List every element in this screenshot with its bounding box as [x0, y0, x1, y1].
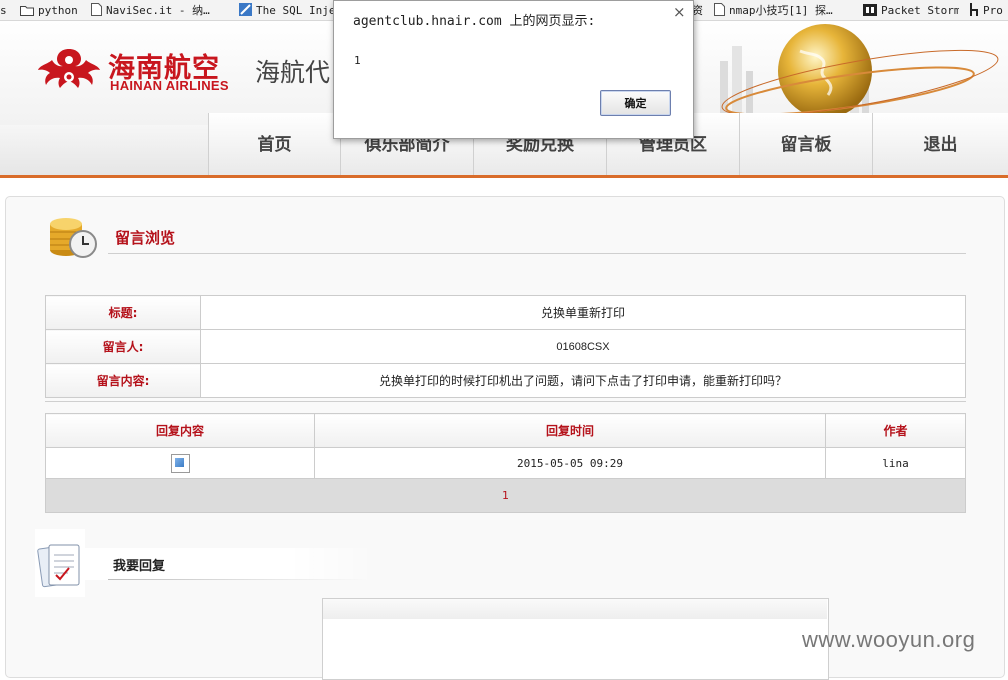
- content-label: 留言内容:: [45, 363, 201, 398]
- watermark: www.wooyun.org: [802, 627, 976, 652]
- header-divider: [0, 175, 1008, 178]
- page-icon: [714, 3, 725, 16]
- hainan-airlines-logo-icon: [38, 49, 100, 88]
- pagination-row: 1: [45, 478, 966, 513]
- notepad-icon: [37, 544, 80, 588]
- packetstorm-icon: [863, 4, 877, 16]
- subject-value: 兑换单重新打印: [200, 295, 966, 330]
- folder-icon: [20, 6, 34, 16]
- section-divider: [108, 253, 966, 254]
- replies-header-row: 回复内容 回复时间 作者: [45, 413, 966, 448]
- reply-icon-box: [35, 529, 85, 597]
- site-title: 海航代: [255, 58, 331, 87]
- author-value: 01608CSX: [200, 329, 966, 364]
- replies-table: 回复内容 回复时间 作者 2015-05-05 09:29 lina 1: [45, 413, 966, 513]
- globe-skyline-icon: [720, 24, 999, 118]
- close-icon[interactable]: ×: [673, 3, 686, 21]
- bookmark-partial-2[interactable]: 资: [692, 3, 706, 18]
- alert-dialog-message: 1: [354, 54, 361, 67]
- page-icon: [91, 3, 102, 16]
- bookmark-sql-injection[interactable]: The SQL Inje: [239, 3, 333, 18]
- subject-row: 标题: 兑换单重新打印: [45, 295, 966, 330]
- ok-button[interactable]: 确定: [600, 90, 671, 116]
- col-reply-content: 回复内容: [45, 413, 315, 448]
- table-row: 2015-05-05 09:29 lina: [45, 447, 966, 479]
- nav-home[interactable]: 首页: [208, 113, 340, 176]
- reply-content-cell: [45, 447, 315, 479]
- col-author: 作者: [825, 413, 966, 448]
- bookmark-partial[interactable]: s: [0, 3, 10, 18]
- message-details-table: 标题: 兑换单重新打印 留言人: 01608CSX 留言内容: 兑换单打印的时候…: [45, 295, 966, 398]
- h-icon: [970, 3, 978, 16]
- reply-editor-toolbar: [323, 599, 827, 619]
- content-row: 留言内容: 兑换单打印的时候打印机出了问题，请问下点击了打印申请，能重新打印吗？: [45, 363, 966, 398]
- brand-name-en: HAINAN AIRLINES: [110, 78, 229, 93]
- bookmark-nmap[interactable]: nmap小技巧[1] 探…: [714, 3, 848, 18]
- page-number-link[interactable]: 1: [45, 478, 966, 513]
- nav-logout[interactable]: 退出: [872, 113, 1008, 176]
- site-icon: [239, 3, 252, 16]
- broken-image-icon[interactable]: [170, 453, 190, 473]
- subject-label: 标题:: [45, 295, 201, 330]
- bookmark-navisec[interactable]: NaviSec.it - 纳…: [91, 3, 226, 18]
- reply-title: 我要回复: [113, 559, 166, 574]
- author-label: 留言人:: [45, 329, 201, 364]
- bookmark-python[interactable]: python: [20, 3, 82, 18]
- bookmark-packet-storm[interactable]: Packet Storm: [863, 3, 959, 18]
- section-title: 留言浏览: [115, 229, 176, 247]
- bookmark-pro[interactable]: Pro: [970, 3, 1008, 18]
- col-reply-time: 回复时间: [314, 413, 826, 448]
- nav-message-board[interactable]: 留言板: [739, 113, 872, 176]
- reply-author-cell: lina: [825, 447, 966, 479]
- coins-clock-icon: [50, 218, 97, 258]
- reply-time-cell: 2015-05-05 09:29: [314, 447, 826, 479]
- reply-divider: [108, 579, 368, 580]
- alert-dialog: agentclub.hnair.com 上的网页显示: × 1 确定: [333, 0, 694, 139]
- author-row: 留言人: 01608CSX: [45, 329, 966, 364]
- alert-dialog-title: agentclub.hnair.com 上的网页显示:: [353, 14, 596, 29]
- content-value: 兑换单打印的时候打印机出了问题，请问下点击了打印申请，能重新打印吗？: [200, 363, 966, 398]
- table-divider: [45, 401, 966, 402]
